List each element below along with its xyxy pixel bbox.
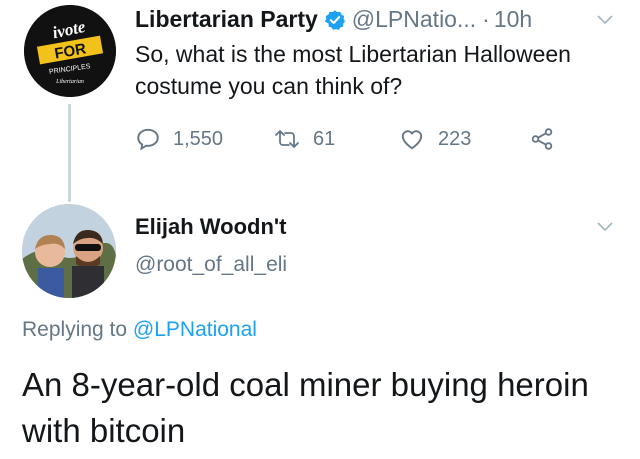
heart-icon (401, 130, 423, 150)
replying-prefix: Replying to (22, 318, 128, 341)
like-button[interactable]: 223 (398, 126, 471, 152)
tweet-text: So, what is the most Libertarian Hallowe… (135, 41, 571, 99)
share-icon (531, 128, 553, 150)
profile-photo-icon (22, 204, 116, 298)
like-count: 223 (438, 127, 472, 150)
logo-signature: Libertarian (55, 79, 84, 85)
replying-to: Replying to @LPNational (22, 318, 257, 342)
retweet-icon (275, 130, 299, 148)
replying-mention-link[interactable]: @LPNational (133, 318, 257, 341)
avatar[interactable]: ivote FOR PRINCIPLES Libertarian (24, 5, 116, 97)
thread-connector-line (68, 104, 71, 202)
chevron-down-icon[interactable] (597, 15, 613, 25)
verified-badge-icon (324, 8, 346, 30)
reply-count: 1,550 (173, 127, 224, 150)
separator-dot: · (482, 6, 490, 32)
reply-button[interactable]: 1,550 (135, 126, 223, 152)
tweet-actions: 1,550 61 223 (135, 126, 595, 160)
share-button[interactable] (528, 126, 556, 152)
reply-author-name[interactable]: Elijah Woodn't (135, 214, 286, 240)
tweet-header: Libertarian Party @LPNatio... · 10h (135, 4, 532, 34)
libertarian-logo-icon: ivote FOR PRINCIPLES Libertarian (24, 5, 116, 97)
avatar[interactable] (22, 204, 116, 298)
retweet-button[interactable]: 61 (273, 126, 335, 152)
author-name[interactable]: Libertarian Party (135, 4, 318, 34)
retweet-count: 61 (313, 127, 336, 150)
reply-author-handle[interactable]: @root_of_all_eli (135, 253, 287, 277)
reply-icon (137, 128, 159, 151)
reply-text: An 8-year-old coal miner buying heroin w… (22, 366, 589, 449)
author-handle[interactable]: @LPNatio... (352, 4, 476, 34)
chevron-down-icon[interactable] (597, 222, 613, 232)
tweet-timestamp[interactable]: 10h (494, 4, 532, 34)
